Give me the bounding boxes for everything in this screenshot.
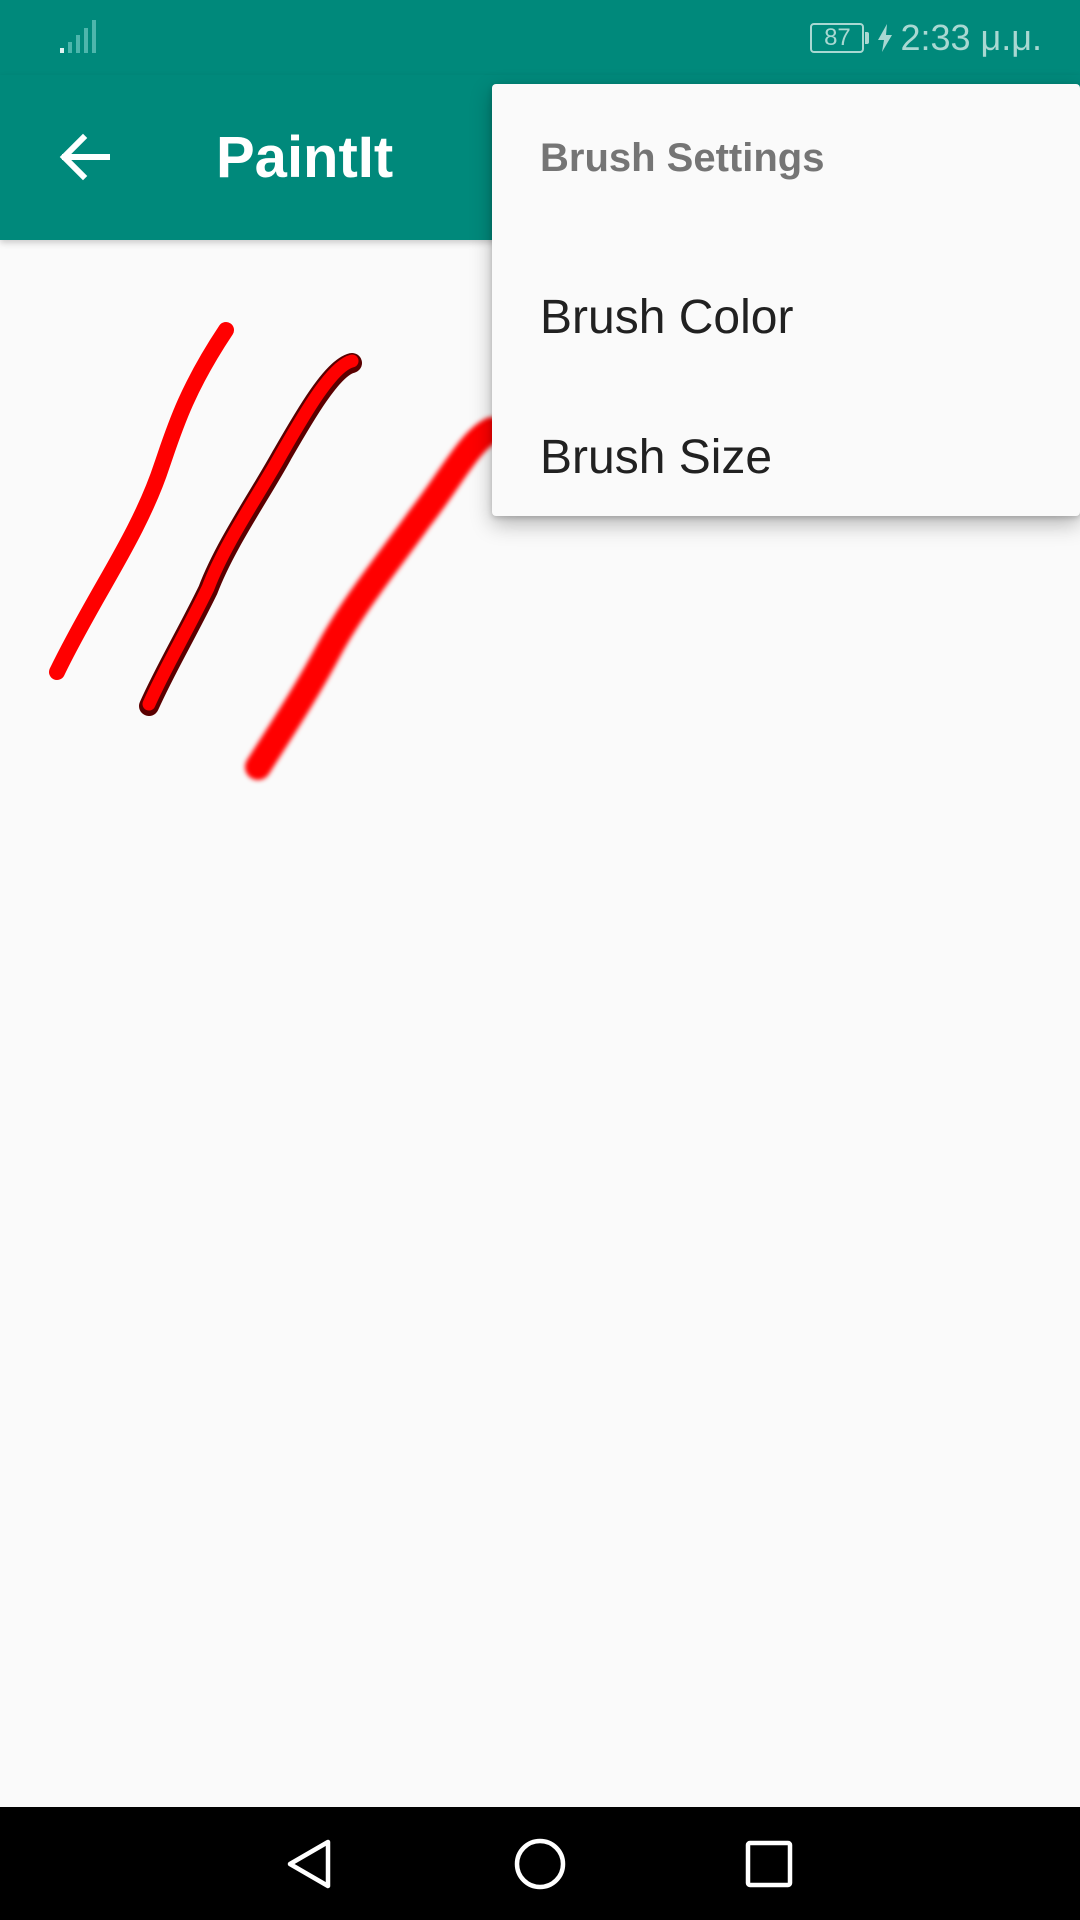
screen: 87 2:33 μ.μ. PaintIt Brush Settings Brus… xyxy=(0,0,1080,1920)
app-title: PaintIt xyxy=(216,125,394,190)
status-right: 87 2:33 μ.μ. xyxy=(810,14,1042,62)
back-button[interactable] xyxy=(40,117,130,197)
menu-item-brush-size[interactable]: Brush Size xyxy=(492,384,1080,524)
status-time: 2:33 μ.μ. xyxy=(900,17,1042,58)
menu-item-label: Brush Size xyxy=(540,431,773,484)
nav-home-icon xyxy=(514,1838,566,1890)
nav-recents-icon xyxy=(745,1840,793,1888)
brush-settings-menu: Brush Settings Brush Color Brush Size xyxy=(492,84,1080,516)
battery-level: 87 xyxy=(824,24,851,51)
navigation-bar xyxy=(0,1807,1080,1920)
signal-icon xyxy=(60,20,96,53)
nav-home-button[interactable] xyxy=(505,1829,575,1899)
arrow-back-icon xyxy=(59,133,110,181)
menu-header: Brush Settings xyxy=(540,136,825,180)
nav-back-button[interactable] xyxy=(274,1829,344,1899)
status-bar: 87 2:33 μ.μ. xyxy=(0,0,1080,75)
battery-icon: 87 xyxy=(810,23,870,53)
charging-bolt-icon xyxy=(878,24,893,52)
menu-item-brush-color[interactable]: Brush Color xyxy=(492,244,1080,384)
brush-stroke-3 xyxy=(245,417,505,780)
nav-back-icon xyxy=(287,1839,331,1889)
nav-recents-button[interactable] xyxy=(734,1829,804,1899)
menu-item-label: Brush Color xyxy=(540,291,794,344)
